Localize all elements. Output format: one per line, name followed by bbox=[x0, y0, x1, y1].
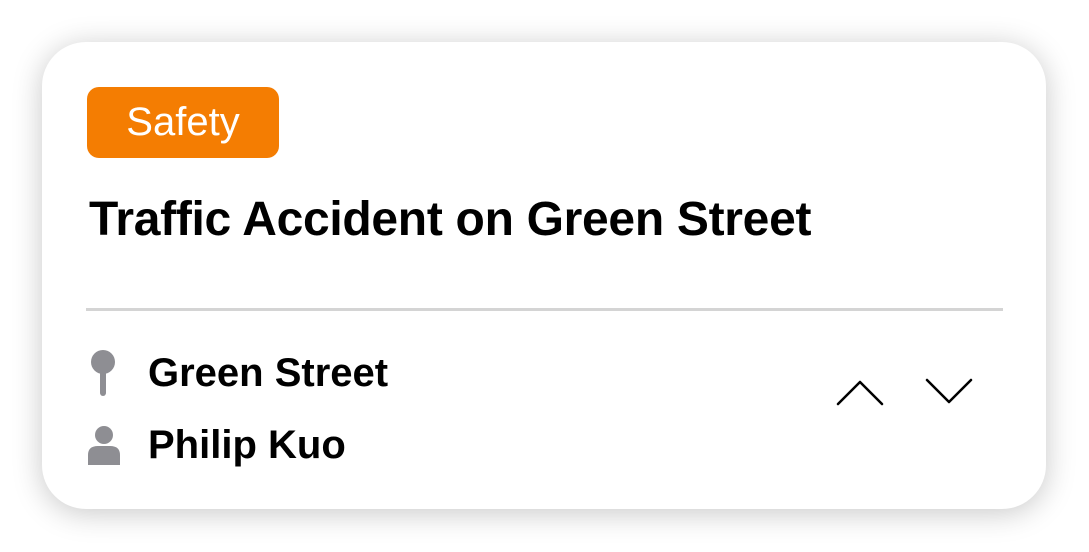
incident-card[interactable]: Safety Traffic Accident on Green Street … bbox=[42, 42, 1046, 509]
category-badge: Safety bbox=[87, 87, 279, 158]
divider bbox=[86, 308, 1003, 311]
card-title: Traffic Accident on Green Street bbox=[89, 193, 812, 246]
author-row: Philip Kuo bbox=[86, 420, 346, 470]
author-text: Philip Kuo bbox=[148, 422, 346, 467]
location-row: Green Street bbox=[86, 348, 388, 398]
location-text: Green Street bbox=[148, 350, 389, 395]
chevron-up-icon bbox=[836, 378, 884, 411]
person-icon bbox=[86, 420, 136, 470]
next-button[interactable] bbox=[924, 376, 974, 412]
pin-icon bbox=[86, 348, 136, 398]
chevron-down-icon bbox=[925, 378, 973, 411]
previous-button[interactable] bbox=[835, 376, 885, 412]
